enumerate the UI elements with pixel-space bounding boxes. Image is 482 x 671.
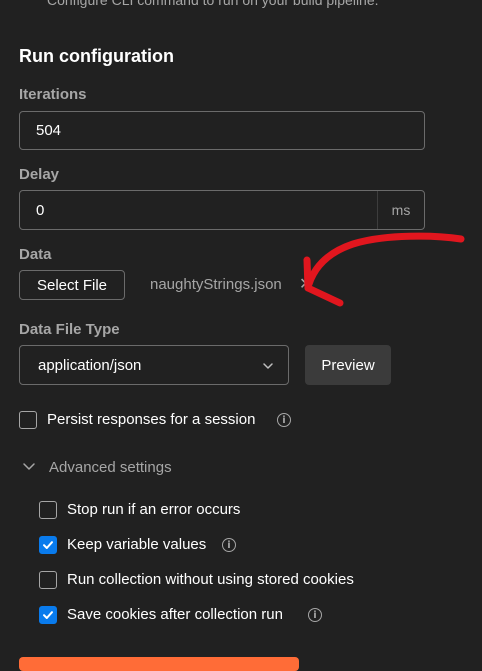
red-arrow-annotation-icon xyxy=(303,232,465,307)
chevron-down-icon[interactable] xyxy=(22,461,36,473)
no-stored-cookies-label: Run collection without using stored cook… xyxy=(67,571,354,588)
info-icon[interactable]: i xyxy=(308,608,322,622)
keep-variable-values-checkbox[interactable] xyxy=(39,536,57,554)
selected-file-name: naughtyStrings.json xyxy=(150,276,282,293)
no-stored-cookies-checkbox[interactable] xyxy=(39,571,57,589)
data-file-type-label: Data File Type xyxy=(19,321,120,338)
iterations-label: Iterations xyxy=(19,86,87,103)
delay-unit: ms xyxy=(377,191,424,229)
run-button[interactable] xyxy=(19,657,299,671)
delay-value: 0 xyxy=(36,201,45,219)
data-label: Data xyxy=(19,246,52,263)
checkmark-icon xyxy=(43,611,53,619)
iterations-value: 504 xyxy=(36,122,62,139)
info-icon[interactable]: i xyxy=(222,538,236,552)
section-title: Run configuration xyxy=(19,46,174,66)
advanced-settings-toggle[interactable]: Advanced settings xyxy=(49,459,172,476)
delay-input[interactable]: 0 ms xyxy=(19,190,425,230)
persist-responses-checkbox[interactable] xyxy=(19,411,37,429)
save-cookies-label: Save cookies after collection run xyxy=(67,606,283,623)
chevron-down-icon xyxy=(263,363,273,369)
persist-responses-label: Persist responses for a session xyxy=(47,411,256,428)
save-cookies-checkbox[interactable] xyxy=(39,606,57,624)
page-subtitle: Configure CLI command to run on your bui… xyxy=(47,0,379,8)
keep-variable-values-label: Keep variable values xyxy=(67,536,207,553)
iterations-input[interactable]: 504 xyxy=(19,111,425,150)
info-icon[interactable]: i xyxy=(277,413,291,427)
delay-label: Delay xyxy=(19,166,60,183)
select-file-button[interactable]: Select File xyxy=(19,270,125,300)
data-file-type-value: application/json xyxy=(38,356,142,374)
stop-on-error-label: Stop run if an error occurs xyxy=(67,501,241,518)
checkmark-icon xyxy=(43,541,53,549)
data-file-type-select[interactable]: application/json xyxy=(19,345,289,385)
stop-on-error-checkbox[interactable] xyxy=(39,501,57,519)
preview-button[interactable]: Preview xyxy=(305,345,391,385)
